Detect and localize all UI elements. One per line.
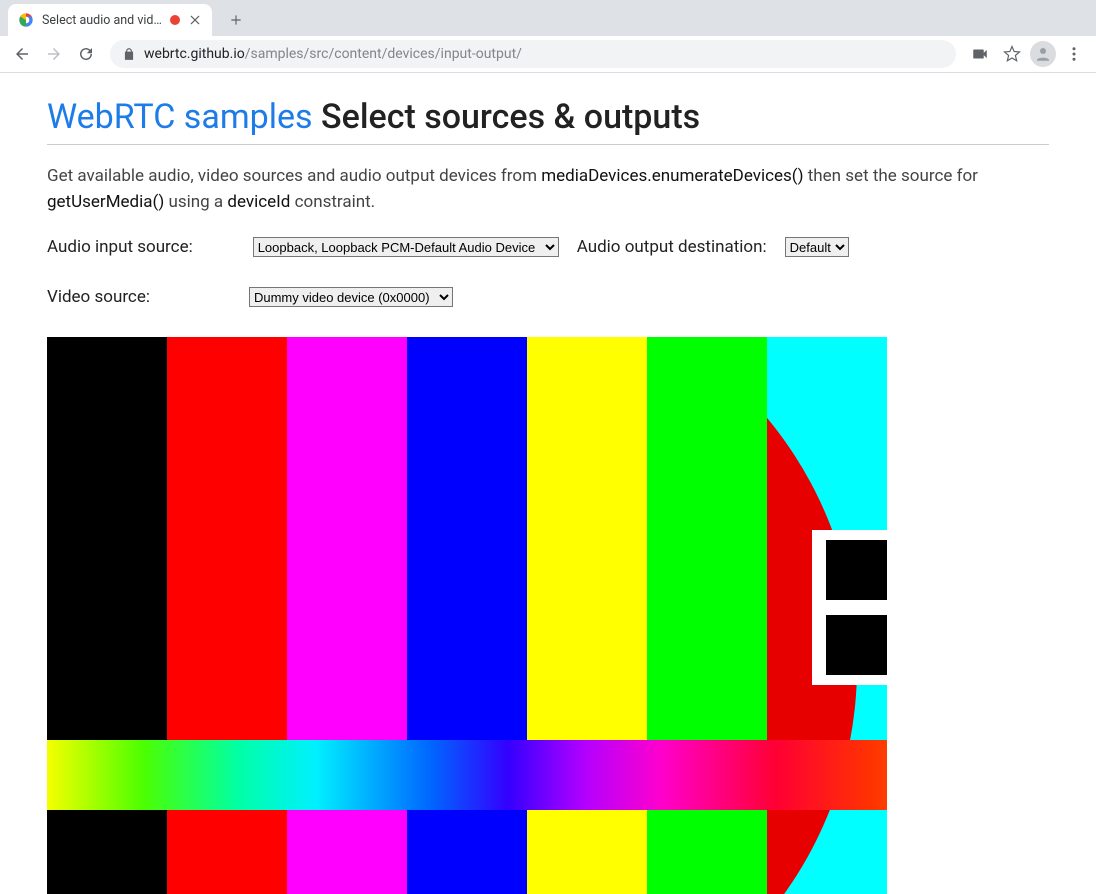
page-viewport[interactable]: WebRTC samples Select sources & outputs … bbox=[0, 73, 1096, 894]
audio-row: Audio input source: Loopback, Loopback P… bbox=[47, 237, 1049, 257]
audio-output-select[interactable]: Default bbox=[785, 237, 849, 257]
intro-text: Get available audio, video sources and a… bbox=[47, 163, 1049, 216]
browser-tab[interactable]: Select audio and video bbox=[8, 4, 212, 36]
browser-toolbar: webrtc.github.io/samples/src/content/dev… bbox=[0, 36, 1096, 73]
digit-overlay bbox=[812, 530, 887, 685]
audio-output-label: Audio output destination: bbox=[577, 237, 767, 257]
page-title: WebRTC samples Select sources & outputs bbox=[47, 97, 1049, 145]
video-source-label: Video source: bbox=[47, 287, 150, 307]
audio-input-select[interactable]: Loopback, Loopback PCM-Default Audio Dev… bbox=[253, 237, 559, 257]
color-bars bbox=[47, 337, 887, 894]
back-button[interactable] bbox=[8, 40, 36, 68]
lock-icon bbox=[122, 47, 136, 61]
url-host: webrtc.github.io bbox=[144, 46, 245, 62]
url-text: webrtc.github.io/samples/src/content/dev… bbox=[144, 46, 522, 62]
video-row: Video source: Dummy video device (0x0000… bbox=[47, 287, 1049, 307]
menu-button[interactable] bbox=[1060, 40, 1088, 68]
new-tab-button[interactable] bbox=[222, 6, 250, 34]
camera-indicator-icon[interactable] bbox=[966, 40, 994, 68]
address-bar[interactable]: webrtc.github.io/samples/src/content/dev… bbox=[110, 40, 956, 68]
close-tab-icon[interactable] bbox=[188, 13, 202, 27]
video-preview bbox=[47, 337, 887, 894]
favicon-icon bbox=[18, 12, 34, 28]
page-title-rest: Select sources & outputs bbox=[313, 97, 701, 137]
url-path: /samples/src/content/devices/input-outpu… bbox=[245, 46, 522, 62]
tab-title: Select audio and video bbox=[42, 13, 162, 28]
browser-window: Select audio and video webrtc.github.io/… bbox=[0, 0, 1096, 894]
page-content: WebRTC samples Select sources & outputs … bbox=[47, 73, 1049, 894]
recording-indicator-icon bbox=[170, 15, 180, 25]
bookmark-button[interactable] bbox=[998, 40, 1026, 68]
hue-gradient-bar bbox=[47, 740, 887, 810]
webrtc-samples-link[interactable]: WebRTC samples bbox=[47, 97, 313, 137]
video-source-select[interactable]: Dummy video device (0x0000) bbox=[249, 287, 453, 307]
audio-input-label: Audio input source: bbox=[47, 237, 193, 257]
device-controls: Audio input source: Loopback, Loopback P… bbox=[47, 237, 1049, 307]
profile-avatar[interactable] bbox=[1030, 41, 1056, 67]
reload-button[interactable] bbox=[72, 40, 100, 68]
forward-button[interactable] bbox=[40, 40, 68, 68]
color-bar-black bbox=[47, 337, 167, 894]
tab-strip: Select audio and video bbox=[0, 0, 1096, 36]
